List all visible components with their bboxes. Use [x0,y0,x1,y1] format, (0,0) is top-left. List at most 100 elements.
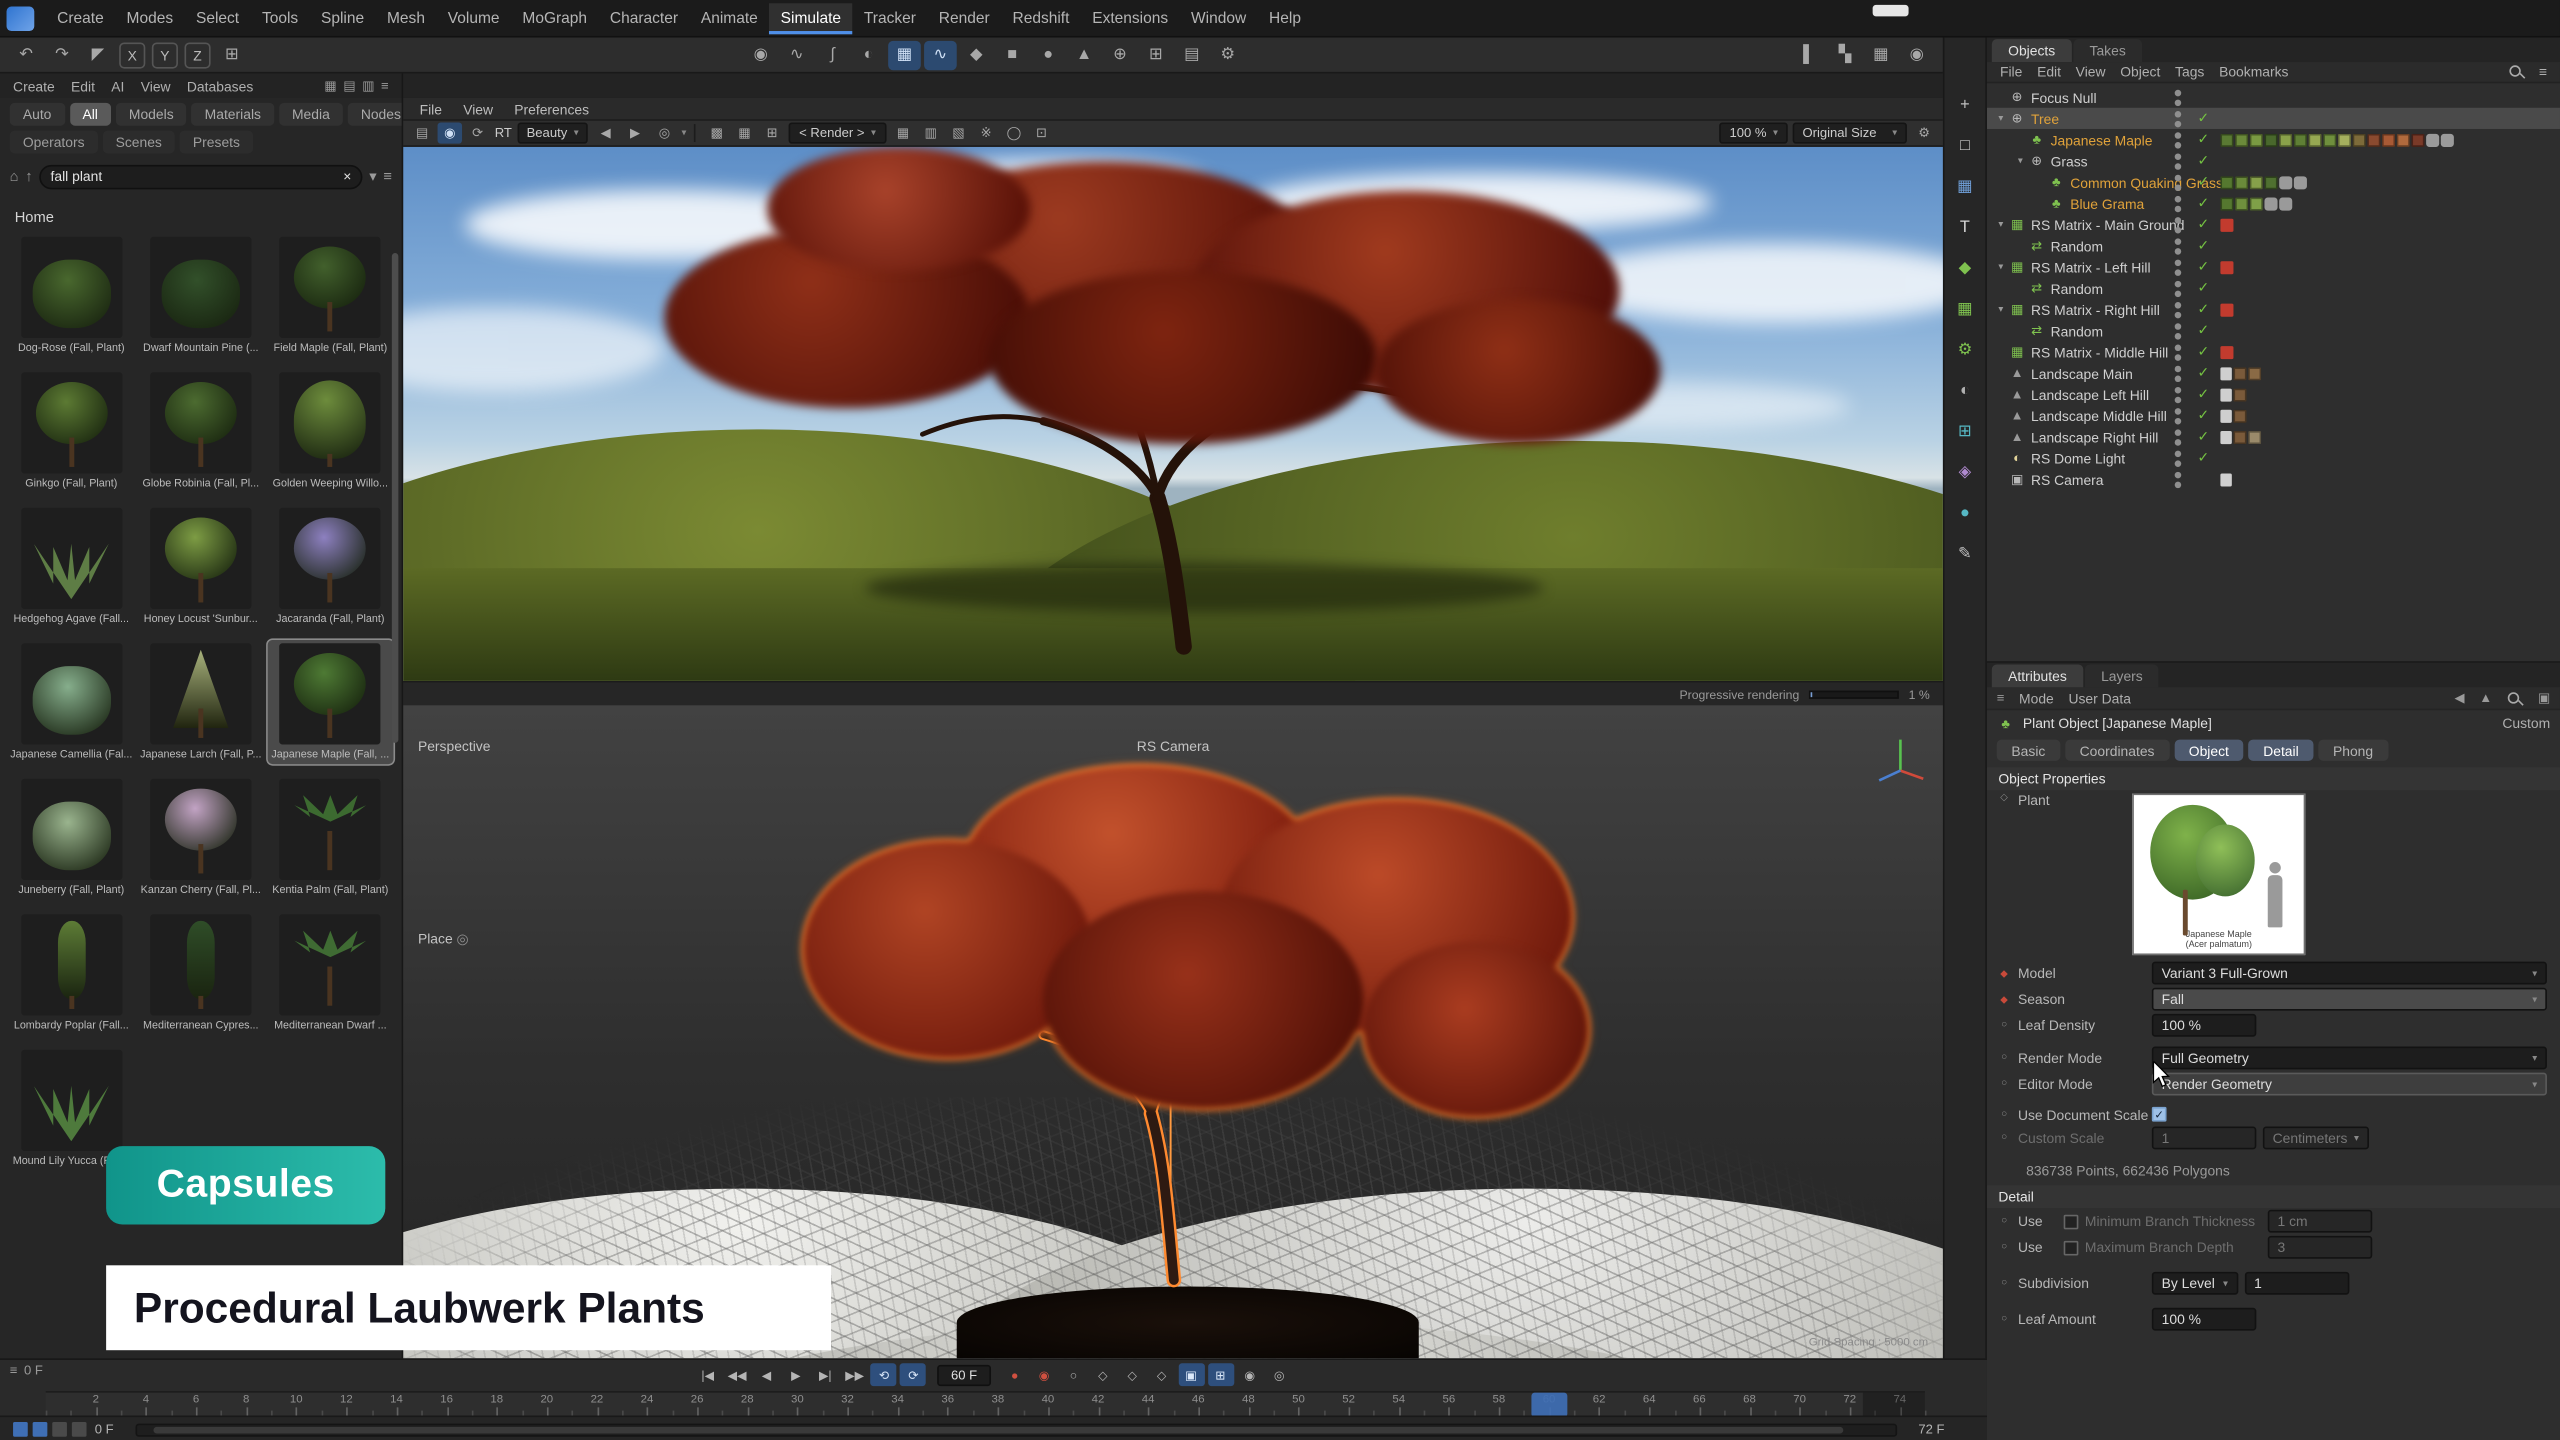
material-tag-icon[interactable] [2367,133,2380,146]
walk-cycle-icon[interactable]: ∿ [780,40,813,69]
history-back-icon[interactable]: ◀ [2454,691,2464,706]
browser-scrollbar[interactable] [392,253,399,743]
visibility-dots[interactable] [2171,195,2184,211]
subdivision-mode-dropdown[interactable]: By Level▾ [2152,1272,2238,1295]
matrix-object-icon[interactable]: ▦ [1952,297,1978,321]
material-tag-icon[interactable] [2323,133,2336,146]
menu-spline[interactable]: Spline [310,2,376,33]
material-tag-icon[interactable] [2411,133,2424,146]
filter-tab-media[interactable]: Media [279,103,343,126]
menu-volume[interactable]: Volume [436,2,511,33]
expander-icon[interactable]: ▾ [1993,219,2008,230]
material-tag-icon[interactable] [2279,133,2292,146]
pyro-icon[interactable]: ▲ [1068,40,1101,69]
material-tag-icon[interactable] [2382,133,2395,146]
character-icon[interactable]: ◉ [744,40,777,69]
material-tag-icon[interactable] [2338,133,2351,146]
max-branch-checkbox[interactable] [2064,1240,2079,1255]
asset-juneberry-fall-plant[interactable]: Juneberry (Fall, Plant) [8,776,134,900]
enable-check-icon[interactable]: ✓ [2198,407,2210,425]
size-selector[interactable]: Original Size▾ [1793,122,1907,143]
loop-mode-button[interactable]: ⟲ [871,1363,897,1386]
material-tag-icon[interactable] [2220,176,2233,189]
list-view-icon[interactable]: ▤ [343,78,355,93]
filter-tab-auto[interactable]: Auto [10,103,65,126]
leaf-amount-field[interactable]: 100 % [2152,1308,2256,1331]
om-item-japanese-maple[interactable]: ♣Japanese Maple✓ [1987,129,2560,150]
om-item-rs-matrix-right-hill[interactable]: ▾▦RS Matrix - Right Hill✓ [1987,299,2560,320]
texture-tag-icon[interactable] [2220,473,2231,486]
season-dropdown[interactable]: Fall▾ [2152,988,2547,1011]
axis-y-button[interactable]: Y [152,42,178,68]
material-tag-icon[interactable] [2397,133,2410,146]
compare-icon[interactable]: ▧ [946,122,970,143]
custom-layout-menu[interactable]: Custom [2502,715,2550,731]
asset-field-maple-fall-plant[interactable]: Field Maple (Fall, Plant) [267,233,393,357]
asset-honey-locust-sunbur[interactable]: Honey Locust 'Sunbur... [138,504,264,628]
sound-button[interactable]: ◉ [1237,1363,1263,1386]
marker-start-button[interactable] [13,1422,28,1437]
om-item-random[interactable]: ⇄Random✓ [1987,235,2560,256]
browser-menu-icon[interactable]: ≡ [381,78,389,93]
filter-icon[interactable]: ▾ [369,167,376,185]
grid-overlay-icon[interactable]: ▦ [732,122,756,143]
visibility-dots[interactable] [2171,238,2184,254]
marker-b-button[interactable] [72,1422,87,1437]
falloff-icon[interactable]: ◐ [1952,379,1978,403]
use-document-scale-checkbox[interactable]: ✓ [2152,1107,2167,1122]
snapshot-grid-icon[interactable]: ▦ [891,122,915,143]
layout-indicator[interactable] [1873,5,1909,16]
om-item-rs-camera[interactable]: ▣RS Camera [1987,469,2560,490]
ab-menu-view[interactable]: View [141,78,171,94]
point-level-button[interactable]: ▣ [1178,1363,1204,1386]
material-tag-icon[interactable] [2233,367,2246,380]
next-pass-icon[interactable]: ▶ [623,122,647,143]
om-menu-bookmarks[interactable]: Bookmarks [2219,64,2288,80]
asset-mediterranean-dwarf[interactable]: Mediterranean Dwarf ... [267,911,393,1035]
menu-create[interactable]: Create [46,2,115,33]
object-tag-icon[interactable] [2426,133,2439,146]
attr-tab-layers[interactable]: Layers [2085,664,2159,687]
om-menu-edit[interactable]: Edit [2037,64,2061,80]
om-options-icon[interactable]: ≡ [2539,64,2547,80]
marker-end-button[interactable] [33,1422,48,1437]
axis-z-button[interactable]: Z [184,42,210,68]
om-menu-view[interactable]: View [2076,64,2106,80]
vp-menu-view[interactable]: View [463,100,493,116]
visibility-dots[interactable] [2171,131,2184,147]
menu-character[interactable]: Character [598,2,689,33]
asset-japanese-larch-fall-p[interactable]: Japanese Larch (Fall, P... [138,640,264,764]
asset-lombardy-poplar-fall[interactable]: Lombardy Poplar (Fall... [8,911,134,1035]
material-tag-icon[interactable] [2353,133,2366,146]
expander-icon[interactable]: ▾ [1993,113,2008,124]
history-up-icon[interactable]: ▲ [2479,691,2492,706]
auto-key-region-button[interactable]: ⊞ [1207,1363,1233,1386]
visibility-dots[interactable] [2171,407,2184,423]
category-tab-scenes[interactable]: Scenes [103,131,175,154]
material-tag-icon[interactable] [2264,133,2277,146]
matrix-tag-icon[interactable] [2220,345,2233,358]
section-tab-object[interactable]: Object [2174,740,2244,761]
pen-tool-icon[interactable]: ✎ [1952,542,1978,566]
search-icon[interactable] [2508,64,2524,80]
asset-jacaranda-fall-plant[interactable]: Jacaranda (Fall, Plant) [267,504,393,628]
category-tab-operators[interactable]: Operators [10,131,98,154]
texture-tag-icon[interactable] [2220,367,2231,380]
enable-check-icon[interactable]: ✓ [2198,194,2210,212]
weight-paint-icon[interactable]: ◐ [852,40,885,69]
workplane-icon[interactable]: □ [1952,134,1978,158]
visibility-dots[interactable] [2171,471,2184,487]
visibility-dots[interactable] [2171,322,2184,338]
ab-menu-ai[interactable]: AI [111,78,124,94]
filter-tab-all[interactable]: All [69,103,111,126]
up-folder-icon[interactable]: ↑ [25,168,32,184]
render-viewport[interactable] [403,147,1943,681]
visibility-dots[interactable] [2171,216,2184,232]
enable-check-icon[interactable]: ✓ [2198,152,2210,170]
undo-icon[interactable]: ↶ [10,40,43,69]
material-tag-icon[interactable] [2235,197,2248,210]
render-mode-dropdown[interactable]: Full Geometry▾ [2152,1047,2547,1070]
section-tab-basic[interactable]: Basic [1997,740,2060,761]
render-settings-gear-icon[interactable]: ⚙ [1912,122,1936,143]
ab-menu-edit[interactable]: Edit [71,78,95,94]
